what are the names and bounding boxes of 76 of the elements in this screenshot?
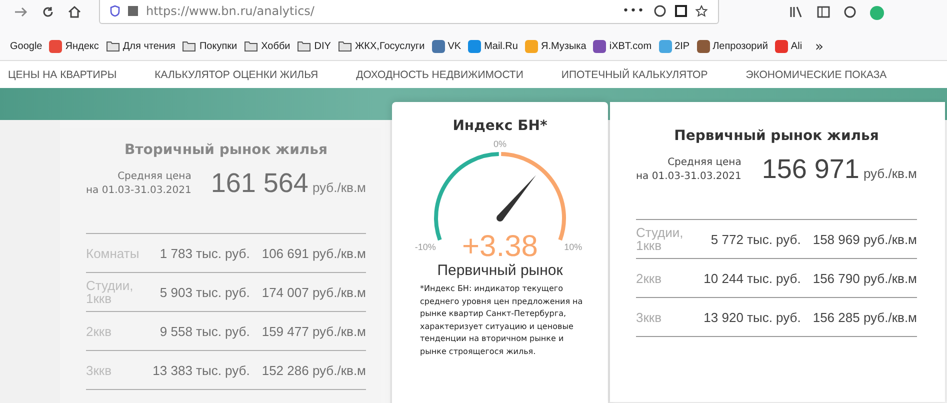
- avg-price: 156 971: [762, 154, 860, 185]
- folder-icon: [106, 41, 120, 52]
- avg-price: 161 564: [210, 168, 308, 199]
- apartment-type: 2ккв: [636, 272, 663, 284]
- market-label: Первичный рынок: [437, 262, 563, 279]
- shield-icon: [110, 4, 120, 16]
- price-per-sqm: 158 969 руб./кв.м: [812, 232, 917, 246]
- bookmark[interactable]: DIY: [297, 41, 331, 52]
- folder-icon: [338, 41, 352, 52]
- nav-link[interactable]: ДОХОДНОСТЬ НЕДВИЖИМОСТИ: [348, 68, 554, 80]
- price-unit: руб./кв.м: [863, 166, 917, 181]
- more-bookmarks-button[interactable]: »: [815, 38, 824, 54]
- total-price: 9 558 тыс. руб.: [158, 324, 251, 338]
- star-icon[interactable]: [695, 4, 708, 16]
- tick-label: 10%: [564, 242, 582, 252]
- page-icon: [128, 6, 138, 16]
- total-price: 5 903 тыс. руб.: [158, 284, 251, 300]
- bookmark[interactable]: Яндекс: [49, 40, 99, 53]
- tick-label: 0%: [494, 139, 506, 149]
- bookmark[interactable]: Покупки: [182, 41, 238, 52]
- bookmark[interactable]: Google: [10, 41, 42, 52]
- bookmark[interactable]: Хобби: [244, 41, 290, 52]
- library-icon[interactable]: [789, 6, 803, 18]
- index-value: +3.38: [462, 232, 538, 262]
- bookmark[interactable]: iXBT.com: [593, 40, 652, 53]
- price-per-sqm: 156 790 руб./кв.м: [812, 270, 917, 286]
- nav-link[interactable]: ИПОТЕЧНЫЙ КАЛЬКУЛЯТОР: [553, 68, 738, 80]
- url-text: https://www.bn.ru/analytics/: [146, 4, 316, 18]
- index-note: *Индекс БН: индикатор текущего среднего уровня цен предложения на рынке квартир Санкт-Петербурга, характеризует ситуацию и ценовые тенденции на вторичном рынке и рынке строящегося жилья.: [419, 283, 584, 358]
- bookmark[interactable]: Mail.Ru: [468, 40, 518, 53]
- total-price: 13 383 тыс. руб.: [152, 362, 251, 378]
- address-bar[interactable]: https://www.bn.ru/analytics/ •••: [99, 0, 719, 24]
- bookmark[interactable]: VK: [432, 40, 462, 53]
- price-per-sqm: 156 285 руб./кв.м: [812, 310, 917, 324]
- more-button[interactable]: •••: [622, 4, 645, 17]
- folder-icon: [244, 41, 258, 52]
- avg-period: на 01.03-31.03.2021: [636, 170, 742, 184]
- card-title: Первичный рынок жилья: [673, 128, 880, 144]
- bookmark[interactable]: Ali: [774, 40, 802, 53]
- bookmark[interactable]: 2IP: [658, 40, 690, 53]
- gauge-needle: [497, 175, 536, 220]
- bookmark[interactable]: Для чтения: [106, 41, 176, 52]
- sidebar-icon[interactable]: [817, 6, 830, 18]
- apartment-type: 3ккв: [86, 364, 113, 376]
- apartment-type: 2ккв: [86, 324, 113, 338]
- apartment-type: 3ккв: [636, 310, 663, 324]
- apartment-type: Комнаты: [86, 246, 140, 260]
- nav-link[interactable]: ЭКОНОМИЧЕСКИЕ ПОКАЗА: [738, 68, 887, 80]
- avg-period: на 01.03-31.03.2021: [86, 184, 192, 198]
- nav-link[interactable]: КАЛЬКУЛЯТОР ОЦЕНКИ ЖИЛЬЯ: [146, 68, 348, 80]
- total-price: 13 920 тыс. руб.: [702, 310, 802, 324]
- avg-label: Средняя цена: [118, 170, 192, 184]
- folder-icon: [182, 41, 196, 52]
- apartment-type: Студии, 1ккв: [636, 226, 684, 252]
- price-unit: руб./кв.м: [312, 180, 366, 195]
- price-per-sqm: 106 691 руб./кв.м: [262, 246, 366, 260]
- card-title: Индекс БН*: [452, 118, 548, 134]
- bookmark[interactable]: ЖКХ,Госуслуги: [338, 41, 425, 52]
- nav-link[interactable]: ЦЕНЫ НА КВАРТИРЫ: [0, 68, 147, 80]
- price-per-sqm: 174 007 руб./кв.м: [262, 284, 366, 300]
- tick-label: -10%: [414, 242, 436, 252]
- bookmark[interactable]: Лепрозорий: [696, 40, 768, 53]
- reload-icon[interactable]: [42, 6, 54, 18]
- avg-label: Средняя цена: [668, 156, 742, 170]
- home-icon[interactable]: [68, 6, 81, 18]
- total-price: 10 244 тыс. руб.: [702, 270, 802, 286]
- card-title: Вторичный рынок жилья: [123, 142, 329, 158]
- apartment-type: Студии, 1ккв: [86, 279, 134, 305]
- total-price: 1 783 тыс. руб.: [158, 246, 251, 260]
- folder-icon: [297, 41, 312, 52]
- save-icon[interactable]: [675, 4, 687, 16]
- price-per-sqm: 159 477 руб./кв.м: [262, 324, 366, 338]
- price-per-sqm: 152 286 руб./кв.м: [262, 362, 366, 378]
- forward-icon[interactable]: [14, 6, 28, 18]
- total-price: 5 772 тыс. руб.: [710, 232, 802, 246]
- bookmark[interactable]: Я.Музыка: [524, 40, 586, 53]
